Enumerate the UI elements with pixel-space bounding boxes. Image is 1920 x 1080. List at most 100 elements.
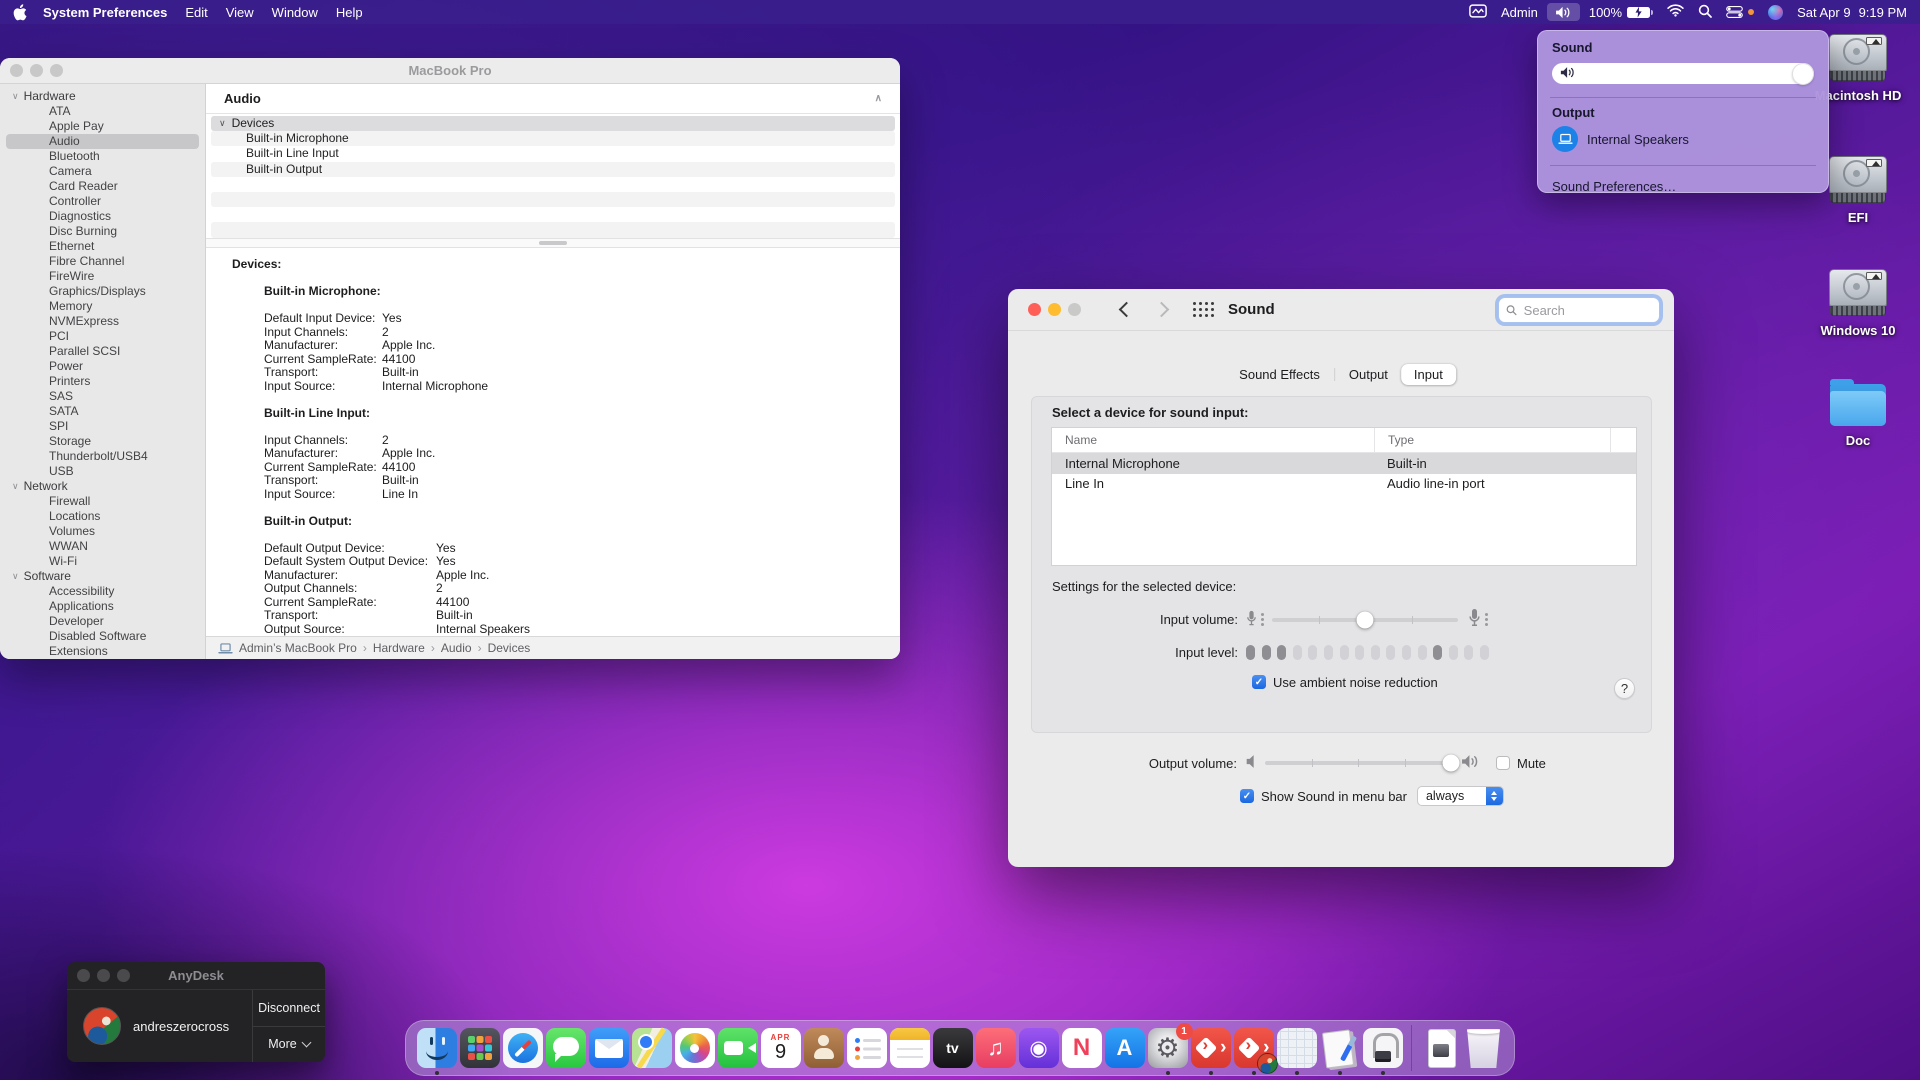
dock-item-music[interactable]: ♫ <box>975 1028 1016 1068</box>
sidebar-item-printers[interactable]: Printers <box>6 374 199 389</box>
volume-menu-icon[interactable] <box>1546 3 1580 21</box>
input-volume-slider[interactable] <box>1272 611 1458 628</box>
menubar-user[interactable]: Admin <box>1501 5 1538 20</box>
search-input[interactable] <box>1521 301 1652 319</box>
popover-volume-slider[interactable] <box>1552 62 1814 85</box>
menubar-clock[interactable]: Sat Apr 9 9:19 PM <box>1797 5 1907 20</box>
output-volume-slider[interactable] <box>1265 754 1460 772</box>
menubar-menu-help[interactable]: Help <box>336 5 363 20</box>
sidebar-item-firewire[interactable]: FireWire <box>6 269 199 284</box>
sound-titlebar[interactable]: Sound <box>1008 289 1674 331</box>
sidebar-item-applications[interactable]: Applications <box>6 599 199 614</box>
zoom-button[interactable] <box>1068 303 1081 316</box>
sidebar-item-power[interactable]: Power <box>6 359 199 374</box>
dock-item-system-preferences[interactable]: ⚙ 1 <box>1147 1023 1193 1075</box>
dock-item-installer[interactable] <box>1320 1028 1360 1075</box>
dock-item-photos[interactable] <box>674 1028 715 1068</box>
dock-item-maps[interactable] <box>631 1028 672 1068</box>
anydesk-menu-icon[interactable] <box>1469 3 1487 21</box>
tree-item-built-in-line-input[interactable]: Built-in Line Input <box>211 146 895 161</box>
sidebar-item-bluetooth[interactable]: Bluetooth <box>6 149 199 164</box>
sidebar-item-audio[interactable]: Audio <box>6 134 199 149</box>
sidebar-group-software[interactable]: ∨ Software <box>0 569 205 584</box>
menubar-visibility-dropdown[interactable]: always <box>1416 786 1504 806</box>
dock-item-safari[interactable] <box>502 1028 543 1068</box>
apple-menu-icon[interactable] <box>13 3 27 21</box>
sidebar-item-usb[interactable]: USB <box>6 464 199 479</box>
dock-item-facetime[interactable] <box>717 1028 758 1068</box>
sidebar-item-volumes[interactable]: Volumes <box>6 524 199 539</box>
sidebar-item-locations[interactable]: Locations <box>6 509 199 524</box>
sidebar-item-firewall[interactable]: Firewall <box>6 494 199 509</box>
dock-item-app-store[interactable]: A <box>1104 1028 1145 1068</box>
breadcrumb-item-audio[interactable]: Audio <box>441 641 472 655</box>
tab-sound-effects[interactable]: Sound Effects <box>1226 364 1333 385</box>
disconnect-button[interactable]: Disconnect <box>253 990 325 1026</box>
more-button[interactable]: More <box>253 1025 325 1063</box>
tree-item-built-in-output[interactable]: Built-in Output <box>211 161 895 177</box>
sidebar-item-developer[interactable]: Developer <box>6 614 199 629</box>
dock-item-mail[interactable] <box>588 1028 629 1068</box>
siri-icon[interactable] <box>1768 4 1784 20</box>
sidebar-item-apple-pay[interactable]: Apple Pay <box>6 119 199 134</box>
desktop-icon-windows-10[interactable]: Windows 10 <box>1806 269 1910 338</box>
device-row-line-in[interactable]: Line In Audio line-in port <box>1052 474 1636 495</box>
wifi-icon[interactable] <box>1667 4 1684 20</box>
dock-item-messages[interactable] <box>545 1028 586 1068</box>
menubar-menu-view[interactable]: View <box>226 5 254 20</box>
sidebar-item-memory[interactable]: Memory <box>6 299 199 314</box>
tree-group-devices[interactable]: ∨ Devices <box>211 116 895 132</box>
dock-item-reminders[interactable] <box>846 1028 887 1068</box>
dock-item-trash[interactable] <box>1464 1028 1504 1068</box>
pane-splitter[interactable] <box>206 238 900 248</box>
spotlight-icon[interactable] <box>1698 4 1712 21</box>
sidebar-item-wwan[interactable]: WWAN <box>6 539 199 554</box>
menubar-menu-edit[interactable]: Edit <box>185 5 207 20</box>
anydesk-titlebar[interactable]: AnyDesk <box>67 962 325 990</box>
sidebar-item-storage[interactable]: Storage <box>6 434 199 449</box>
column-header-type[interactable]: Type <box>1374 428 1610 452</box>
sidebar-item-ethernet[interactable]: Ethernet <box>6 239 199 254</box>
sound-preferences-link[interactable]: Sound Preferences… <box>1552 174 1814 198</box>
splitter-handle[interactable] <box>539 241 567 245</box>
system-information-titlebar[interactable]: MacBook Pro <box>0 58 900 84</box>
search-field[interactable] <box>1498 297 1660 323</box>
sidebar-item-graphics-displays[interactable]: Graphics/Displays <box>6 284 199 299</box>
dock-item-news[interactable]: N <box>1061 1028 1102 1068</box>
minimize-button[interactable] <box>1048 303 1061 316</box>
device-row-internal-microphone[interactable]: Internal Microphone Built-in <box>1052 453 1636 474</box>
show-sound-checkbox[interactable]: ✓ <box>1240 789 1254 803</box>
breadcrumb-item-devices[interactable]: Devices <box>488 641 531 655</box>
output-volume-knob[interactable] <box>1442 754 1460 772</box>
sidebar-item-ata[interactable]: ATA <box>6 104 199 119</box>
dock-item-system-information[interactable] <box>1362 1028 1403 1075</box>
dock-item-contacts[interactable] <box>803 1028 844 1068</box>
tab-output[interactable]: Output <box>1336 364 1401 385</box>
sidebar-item-card-reader[interactable]: Card Reader <box>6 179 199 194</box>
sidebar-item-controller[interactable]: Controller <box>6 194 199 209</box>
breadcrumb-item-hardware[interactable]: Hardware <box>373 641 425 655</box>
close-button[interactable] <box>1028 303 1041 316</box>
sidebar-item-sas[interactable]: SAS <box>6 389 199 404</box>
sidebar-item-parallel-scsi[interactable]: Parallel SCSI <box>6 344 199 359</box>
sidebar-item-nvmexpress[interactable]: NVMExpress <box>6 314 199 329</box>
output-device-row[interactable]: Internal Speakers <box>1552 126 1814 152</box>
sidebar-item-thunderbolt-usb4[interactable]: Thunderbolt/USB4 <box>6 449 199 464</box>
sidebar-item-wi-fi[interactable]: Wi-Fi <box>6 554 199 569</box>
popover-volume-knob[interactable] <box>1792 62 1814 85</box>
dock-item-app-placeholder[interactable] <box>1276 1028 1317 1075</box>
noise-reduction-checkbox[interactable]: ✓ <box>1252 675 1266 689</box>
sidebar-item-fibre-channel[interactable]: Fibre Channel <box>6 254 199 269</box>
help-button[interactable]: ? <box>1614 678 1635 699</box>
dock-item-document[interactable] <box>1421 1028 1461 1068</box>
menubar-app-name[interactable]: System Preferences <box>43 5 167 20</box>
tab-input[interactable]: Input <box>1400 364 1456 385</box>
dock-item-anydesk[interactable]: › <box>1190 1028 1231 1075</box>
battery-indicator[interactable]: 100% <box>1589 5 1654 20</box>
collapse-chevron-icon[interactable]: ∧ <box>875 93 882 104</box>
input-volume-knob[interactable] <box>1356 611 1374 628</box>
sidebar-item-disabled-software[interactable]: Disabled Software <box>6 629 199 644</box>
sidebar-item-spi[interactable]: SPI <box>6 419 199 434</box>
dock-item-calendar[interactable]: APR 9 <box>760 1028 801 1068</box>
sidebar-item-disc-burning[interactable]: Disc Burning <box>6 224 199 239</box>
